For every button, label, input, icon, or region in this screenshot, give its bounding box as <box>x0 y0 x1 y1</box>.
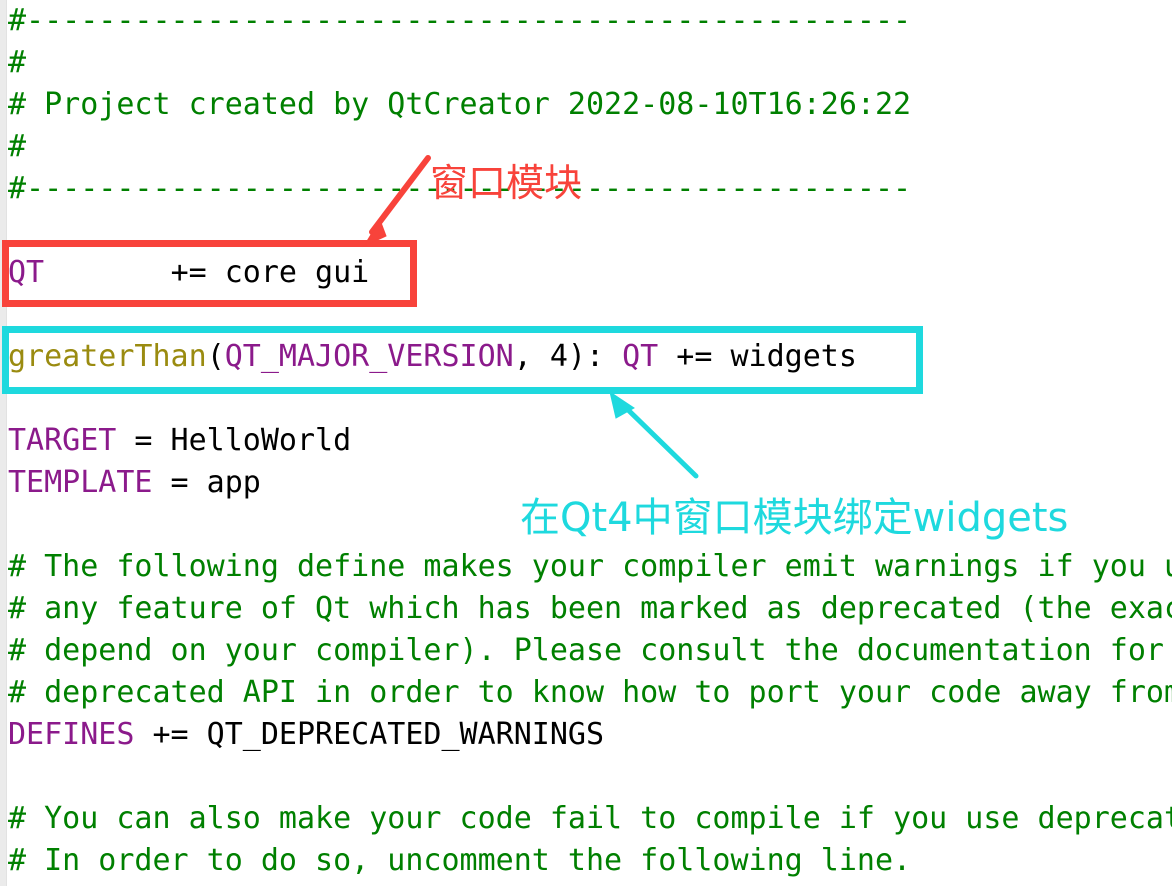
code-line-comment-project-created: # Project created by QtCreator 2022-08-1… <box>8 84 1172 126</box>
qmake-variable-qt-major-version: QT_MAJOR_VERSION <box>224 339 514 374</box>
qmake-variable-qt-2: QT <box>622 339 659 374</box>
qmake-variable-qt: QT <box>8 255 45 290</box>
paren-open: ( <box>206 339 225 374</box>
qmake-variable-defines: DEFINES <box>8 717 135 752</box>
code-line-comment-fail-compile-2: # In order to do so, uncomment the follo… <box>8 840 1172 882</box>
comment-text: #---------------------------------------… <box>8 3 912 38</box>
code-line-comment-separator-bottom: #---------------------------------------… <box>8 168 1172 210</box>
comment-text: # depend on your compiler). Please consu… <box>8 633 1172 668</box>
code-line-greaterthan-widgets[interactable]: greaterThan(QT_MAJOR_VERSION, 4): QT += … <box>8 336 1172 378</box>
greaterthan-args-tail: , 4): <box>513 339 623 374</box>
qt-module-list: core gui <box>206 255 370 290</box>
code-line-comment-blank-2: # <box>8 126 1172 168</box>
template-value: = app <box>152 465 261 500</box>
widgets-assignment: += widgets <box>658 339 857 374</box>
comment-text: # Project created by QtCreator 2022-08-1… <box>8 87 912 122</box>
comment-text: # You can also make your code fail to co… <box>8 801 1172 836</box>
code-line-template[interactable]: TEMPLATE = app <box>8 462 1172 504</box>
code-line-defines[interactable]: DEFINES += QT_DEPRECATED_WARNINGS <box>8 714 1172 756</box>
qt-operator: += <box>170 255 207 290</box>
code-line-blank-2 <box>8 294 1172 336</box>
qmake-variable-template: TEMPLATE <box>8 465 153 500</box>
screenshot-root: #---------------------------------------… <box>0 0 1172 886</box>
editor-gutter <box>0 0 7 886</box>
comment-text: # In order to do so, uncomment the follo… <box>8 843 912 878</box>
code-line-comment-separator-top: #---------------------------------------… <box>8 0 1172 42</box>
qmake-function-greaterthan: greaterThan <box>8 339 207 374</box>
code-line-target[interactable]: TARGET = HelloWorld <box>8 420 1172 462</box>
code-line-comment-deprecation-2: # any feature of Qt which has been marke… <box>8 588 1172 630</box>
code-line-comment-deprecation-1: # The following define makes your compil… <box>8 546 1172 588</box>
defines-value: += QT_DEPRECATED_WARNINGS <box>134 717 605 752</box>
comment-text: #---------------------------------------… <box>8 171 912 206</box>
code-editor-content[interactable]: #---------------------------------------… <box>8 0 1172 886</box>
code-line-blank-3 <box>8 378 1172 420</box>
code-line-blank-5 <box>8 756 1172 798</box>
comment-text: # <box>8 45 27 80</box>
code-line-comment-blank-1: # <box>8 42 1172 84</box>
comment-text: # deprecated API in order to know how to… <box>8 675 1172 710</box>
code-line-blank-1 <box>8 210 1172 252</box>
code-line-comment-deprecation-3: # depend on your compiler). Please consu… <box>8 630 1172 672</box>
code-line-qt-modules[interactable]: QT += core gui <box>8 252 1172 294</box>
comment-text: # The following define makes your compil… <box>8 549 1172 584</box>
target-value: = HelloWorld <box>116 423 352 458</box>
qt-spacer <box>44 255 170 290</box>
code-line-comment-fail-compile-1: # You can also make your code fail to co… <box>8 798 1172 840</box>
comment-text: # any feature of Qt which has been marke… <box>8 591 1172 626</box>
code-line-blank-4 <box>8 504 1172 546</box>
comment-text: # <box>8 129 27 164</box>
qmake-variable-target: TARGET <box>8 423 117 458</box>
code-line-comment-deprecation-4: # deprecated API in order to know how to… <box>8 672 1172 714</box>
